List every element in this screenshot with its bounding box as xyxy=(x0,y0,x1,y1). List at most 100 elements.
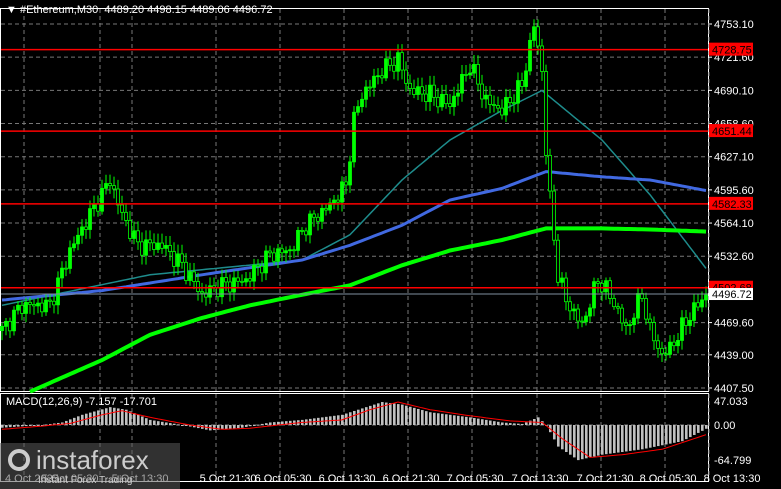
candle-body xyxy=(356,106,360,113)
macd-histogram-bar xyxy=(597,425,600,456)
candle-body xyxy=(520,80,524,87)
candle-body xyxy=(620,307,624,324)
candle-body xyxy=(252,264,256,282)
candle-body xyxy=(172,251,176,267)
macd-histogram-bar xyxy=(405,405,408,425)
macd-histogram-bar xyxy=(361,408,364,425)
price-tick-label: 4690.10 xyxy=(714,85,754,97)
macd-histogram-bar xyxy=(25,425,28,427)
candle-body xyxy=(668,341,672,355)
candle-body xyxy=(656,340,660,349)
macd-histogram-bar xyxy=(253,425,256,426)
candle-body xyxy=(532,26,536,41)
candle-body xyxy=(456,92,460,97)
candle-body xyxy=(8,320,12,332)
candle-body xyxy=(400,52,404,71)
candle-body xyxy=(96,203,100,212)
collapse-triangle-icon[interactable]: ▼ xyxy=(6,4,20,16)
candle-body xyxy=(16,304,20,311)
candle-body xyxy=(224,277,228,283)
macd-histogram-bar xyxy=(105,408,108,425)
macd-histogram-bar xyxy=(465,416,468,425)
macd-histogram-bar xyxy=(489,420,492,425)
candle-body xyxy=(280,248,284,254)
candle-body xyxy=(452,95,456,108)
macd-histogram-bar xyxy=(569,425,572,455)
macd-histogram-bar xyxy=(141,416,144,425)
candle-body xyxy=(492,104,496,106)
time-tick-label: 7 Oct 05:30 xyxy=(447,473,504,485)
candle-body xyxy=(196,281,200,292)
candle-body xyxy=(396,52,400,72)
macd-histogram-bar xyxy=(165,422,168,425)
macd-histogram-bar xyxy=(149,419,152,425)
macd-histogram-bar xyxy=(353,410,356,425)
price-tick-label: 4532.60 xyxy=(714,251,754,263)
chart-canvas[interactable]: 4753.104721.604690.104658.604627.104595.… xyxy=(0,0,781,489)
gear-logo-icon xyxy=(8,449,30,471)
macd-histogram-bar xyxy=(389,403,392,425)
price-tick-label: 4753.10 xyxy=(714,19,754,31)
candle-body xyxy=(56,277,60,306)
macd-histogram-bar xyxy=(153,420,156,425)
candle-body xyxy=(336,199,340,203)
macd-histogram-bar xyxy=(589,425,592,458)
macd-histogram-bar xyxy=(665,425,668,445)
candle-body xyxy=(20,304,24,314)
level-price-label: 4582.33 xyxy=(712,199,752,211)
macd-histogram-bar xyxy=(445,414,448,425)
macd-histogram-bar xyxy=(349,412,352,425)
macd-histogram-bar xyxy=(493,421,496,425)
macd-histogram-bar xyxy=(425,411,428,425)
candle-body xyxy=(412,88,416,95)
price-tick-label: 4439.00 xyxy=(714,350,754,362)
candle-body xyxy=(156,242,160,250)
macd-histogram-bar xyxy=(601,425,604,455)
candle-body xyxy=(688,319,692,326)
price-tick-label: 4564.10 xyxy=(714,218,754,230)
macd-histogram-bar xyxy=(21,425,24,427)
candle-body xyxy=(428,84,432,103)
macd-histogram-bar xyxy=(681,425,684,442)
candle-body xyxy=(524,70,528,87)
candle-body xyxy=(200,291,204,294)
time-tick-label: 8 Oct 05:30 xyxy=(640,473,697,485)
candle-body xyxy=(480,83,484,100)
candle-body xyxy=(256,264,260,267)
macd-histogram-bar xyxy=(129,411,132,425)
macd-histogram-bar xyxy=(93,411,96,425)
candle-body xyxy=(632,317,636,326)
macd-histogram-bar xyxy=(689,425,692,438)
level-price-label: 4651.44 xyxy=(712,126,752,138)
macd-histogram-bar xyxy=(421,410,424,425)
macd-histogram-bar xyxy=(157,421,160,425)
candle-body xyxy=(368,86,372,89)
macd-histogram-bar xyxy=(653,425,656,447)
macd-histogram-bar xyxy=(377,403,380,425)
candle-body xyxy=(580,320,584,323)
candle-body xyxy=(300,230,304,232)
candle-body xyxy=(160,242,164,249)
macd-histogram-bar xyxy=(17,425,20,427)
candle-body xyxy=(340,181,344,203)
macd-histogram-bar xyxy=(669,425,672,444)
macd-histogram-bar xyxy=(133,413,136,425)
candle-body xyxy=(216,287,220,298)
candle-body xyxy=(84,226,88,230)
macd-histogram-bar xyxy=(477,418,480,425)
candle-body xyxy=(192,271,196,282)
candle-body xyxy=(660,347,664,355)
candle-body xyxy=(460,74,464,94)
macd-histogram-bar xyxy=(245,425,248,427)
macd-histogram-bar xyxy=(693,425,696,435)
candle-body xyxy=(76,234,80,245)
candle-body xyxy=(440,93,444,108)
time-tick-label: 7 Oct 13:30 xyxy=(512,473,569,485)
candle-body xyxy=(64,267,68,270)
macd-histogram-bar xyxy=(101,409,104,425)
candle-body xyxy=(100,187,104,212)
candle-body xyxy=(348,161,352,186)
macd-histogram-bar xyxy=(225,425,228,430)
candle-body xyxy=(448,103,452,108)
candle-body xyxy=(576,308,580,322)
